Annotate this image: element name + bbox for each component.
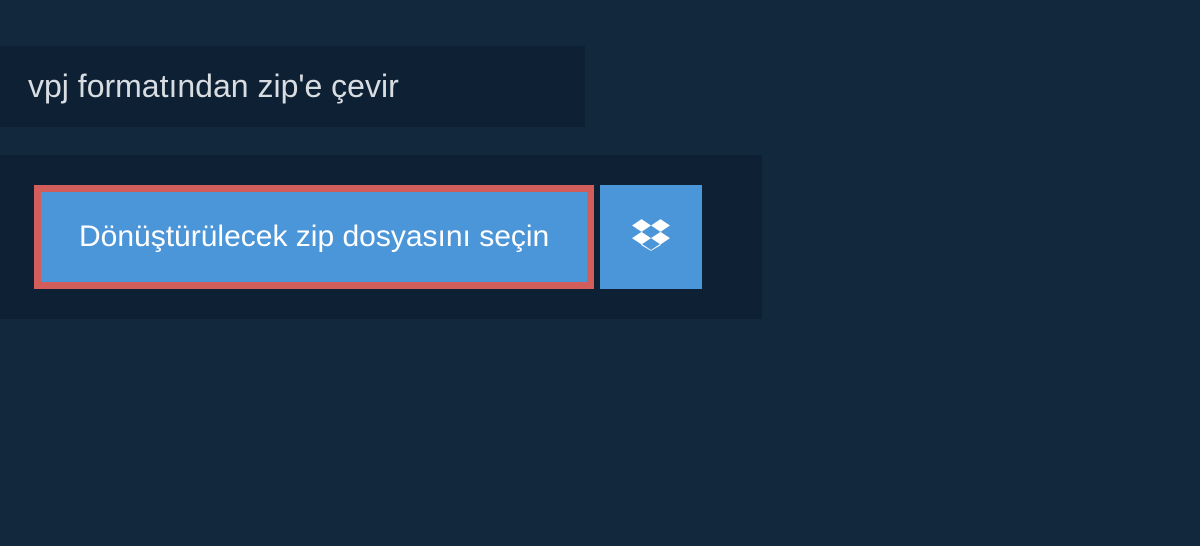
select-file-button[interactable]: Dönüştürülecek zip dosyasını seçin [34,185,594,289]
upload-panel: Dönüştürülecek zip dosyasını seçin [0,155,762,319]
button-row: Dönüştürülecek zip dosyasını seçin [34,185,728,289]
page-title: vpj formatından zip'e çevir [0,46,585,127]
page-title-text: vpj formatından zip'e çevir [28,68,399,104]
dropbox-icon [632,216,670,259]
select-file-label: Dönüştürülecek zip dosyasını seçin [79,220,549,254]
dropbox-button[interactable] [600,185,702,289]
